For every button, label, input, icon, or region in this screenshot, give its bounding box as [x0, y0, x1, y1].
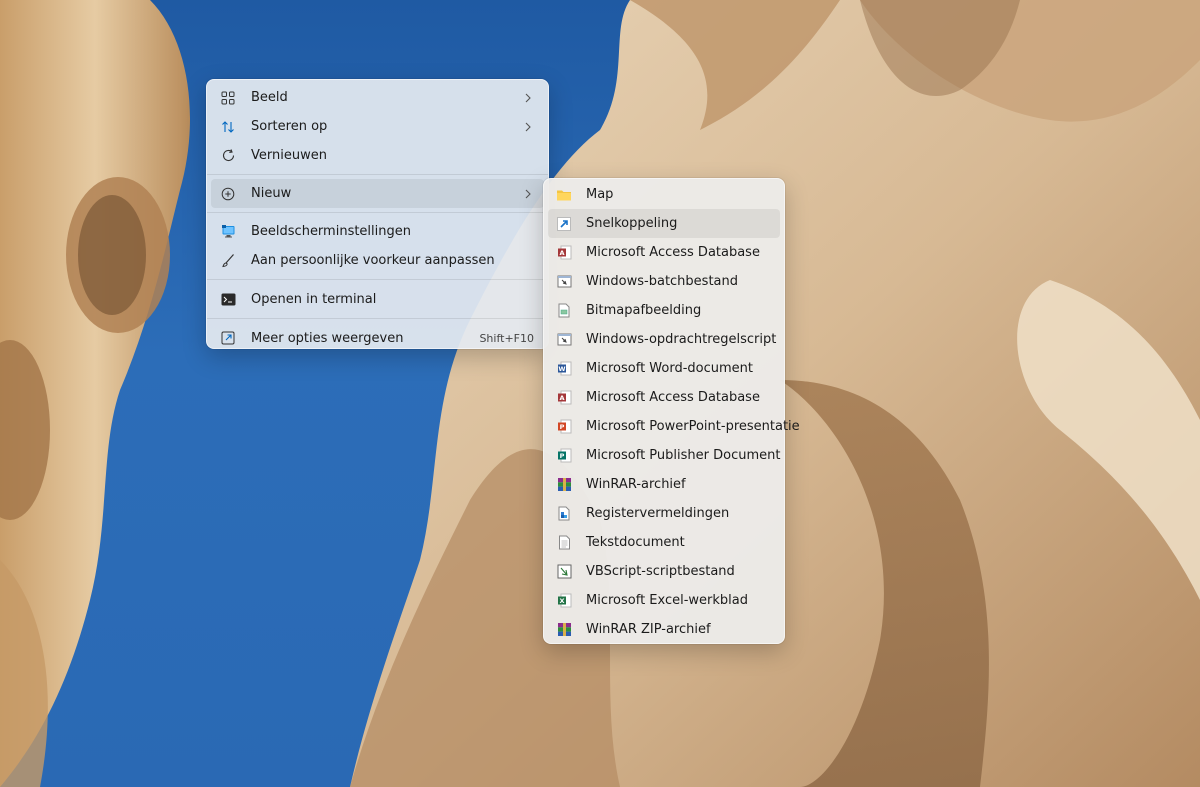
- brush-icon: [220, 253, 236, 269]
- submenu-item-map[interactable]: Map: [548, 180, 780, 209]
- menu-item-personaliseren[interactable]: Aan persoonlijke voorkeur aanpassen: [211, 246, 544, 275]
- submenu-item-tekstdocument[interactable]: Tekstdocument: [548, 528, 780, 557]
- submenu-item-excel[interactable]: X Microsoft Excel-werkblad: [548, 586, 780, 615]
- keyboard-shortcut: Shift+F10: [479, 331, 534, 345]
- submenu-item-label: WinRAR ZIP-archief: [586, 622, 711, 637]
- submenu-item-label: Tekstdocument: [586, 535, 685, 550]
- submenu-item-label: Snelkoppeling: [586, 216, 678, 231]
- menu-item-label: Meer opties weergeven: [251, 330, 404, 346]
- menu-item-label: Vernieuwen: [251, 148, 327, 163]
- menu-item-sorteren-op[interactable]: Sorteren op: [211, 112, 544, 141]
- menu-item-beeld[interactable]: Beeld: [211, 83, 544, 112]
- svg-text:P: P: [559, 423, 564, 431]
- chevron-right-icon: [522, 188, 534, 200]
- excel-icon: X: [556, 593, 572, 609]
- submenu-item-batchbestand[interactable]: Windows-batchbestand: [548, 267, 780, 296]
- submenu-item-winrar[interactable]: WinRAR-archief: [548, 470, 780, 499]
- batch-file-icon: [556, 274, 572, 290]
- desktop-context-menu: Beeld Sorteren op Vernieuwen Nieuw Beeld…: [206, 79, 549, 349]
- submenu-item-label: Microsoft Word-document: [586, 361, 753, 376]
- submenu-item-powerpoint[interactable]: P Microsoft PowerPoint-presentatie: [548, 412, 800, 441]
- menu-item-beeldscherminstellingen[interactable]: Beeldscherminstellingen: [211, 217, 544, 246]
- submenu-item-snelkoppeling[interactable]: Snelkoppeling: [548, 209, 780, 238]
- submenu-item-label: Microsoft Publisher Document: [586, 448, 781, 463]
- svg-text:A: A: [559, 394, 564, 402]
- menu-item-label: Beeld: [251, 90, 288, 105]
- svg-text:P: P: [559, 452, 564, 460]
- menu-item-label: Sorteren op: [251, 119, 328, 134]
- menu-item-nieuw[interactable]: Nieuw: [211, 179, 544, 208]
- shortcut-icon: [556, 216, 572, 232]
- submenu-item-label: Registervermeldingen: [586, 506, 730, 521]
- svg-text:A: A: [559, 249, 564, 257]
- grid-icon: [220, 90, 236, 106]
- submenu-item-word[interactable]: W Microsoft Word-document: [548, 354, 780, 383]
- new-submenu: Map Snelkoppeling A Microsoft Access Dat…: [543, 178, 800, 644]
- publisher-icon: P: [556, 448, 572, 464]
- menu-separator: [207, 279, 548, 280]
- submenu-item-label: Map: [586, 187, 614, 202]
- submenu-item-label: Microsoft Access Database: [586, 390, 760, 405]
- menu-item-label: Nieuw: [251, 186, 292, 201]
- menu-separator: [207, 318, 548, 319]
- word-icon: W: [556, 361, 572, 377]
- submenu-item-label: VBScript-scriptbestand: [586, 564, 735, 579]
- menu-item-label: Openen in terminal: [251, 291, 377, 307]
- submenu-item-vbscript[interactable]: VBScript-scriptbestand: [548, 557, 780, 586]
- submenu-item-opdrachtregelscript[interactable]: Windows-opdrachtregelscript: [548, 325, 780, 354]
- menu-separator: [207, 174, 548, 175]
- menu-item-label: Aan persoonlijke voorkeur aanpassen: [251, 253, 495, 268]
- new-icon: [220, 186, 236, 202]
- submenu-item-label: WinRAR-archief: [586, 477, 686, 492]
- submenu-item-register[interactable]: Registervermeldingen: [548, 499, 780, 528]
- vbscript-icon: [556, 564, 572, 580]
- svg-text:X: X: [559, 597, 564, 605]
- chevron-right-icon: [522, 121, 534, 133]
- access-icon: A: [556, 390, 572, 406]
- display-icon: [220, 224, 236, 240]
- submenu-item-bitmap[interactable]: Bitmapafbeelding: [548, 296, 780, 325]
- submenu-item-label: Bitmapafbeelding: [586, 303, 702, 318]
- winrar-icon: [556, 477, 572, 493]
- winrar-zip-icon: [556, 622, 572, 638]
- sort-icon: [220, 119, 236, 135]
- submenu-item-access[interactable]: A Microsoft Access Database: [548, 238, 780, 267]
- submenu-item-publisher[interactable]: P Microsoft Publisher Document: [548, 441, 780, 470]
- menu-item-label: Beeldscherminstellingen: [251, 224, 411, 239]
- refresh-icon: [220, 148, 236, 164]
- terminal-icon: [220, 291, 236, 307]
- submenu-item-access-2[interactable]: A Microsoft Access Database: [548, 383, 780, 412]
- submenu-item-label: Microsoft PowerPoint-presentatie: [586, 419, 800, 434]
- submenu-item-label: Microsoft Access Database: [586, 245, 760, 260]
- submenu-item-label: Windows-batchbestand: [586, 274, 739, 289]
- registry-icon: [556, 506, 572, 522]
- svg-text:W: W: [558, 365, 565, 373]
- submenu-item-label: Microsoft Excel-werkblad: [586, 593, 749, 608]
- more-options-icon: [220, 330, 236, 346]
- access-icon: A: [556, 245, 572, 261]
- chevron-right-icon: [522, 92, 534, 104]
- menu-item-openen-in-terminal[interactable]: Openen in terminal: [211, 284, 544, 314]
- menu-item-vernieuwen[interactable]: Vernieuwen: [211, 141, 544, 170]
- menu-item-meer-opties[interactable]: Meer opties weergeven Shift+F10: [211, 323, 544, 353]
- bitmap-icon: [556, 303, 572, 319]
- submenu-item-winrar-zip[interactable]: WinRAR ZIP-archief: [548, 615, 780, 644]
- cmd-script-icon: [556, 332, 572, 348]
- folder-icon: [556, 187, 572, 203]
- submenu-item-label: Windows-opdrachtregelscript: [586, 332, 777, 347]
- menu-separator: [207, 212, 548, 213]
- text-document-icon: [556, 535, 572, 551]
- powerpoint-icon: P: [556, 419, 572, 435]
